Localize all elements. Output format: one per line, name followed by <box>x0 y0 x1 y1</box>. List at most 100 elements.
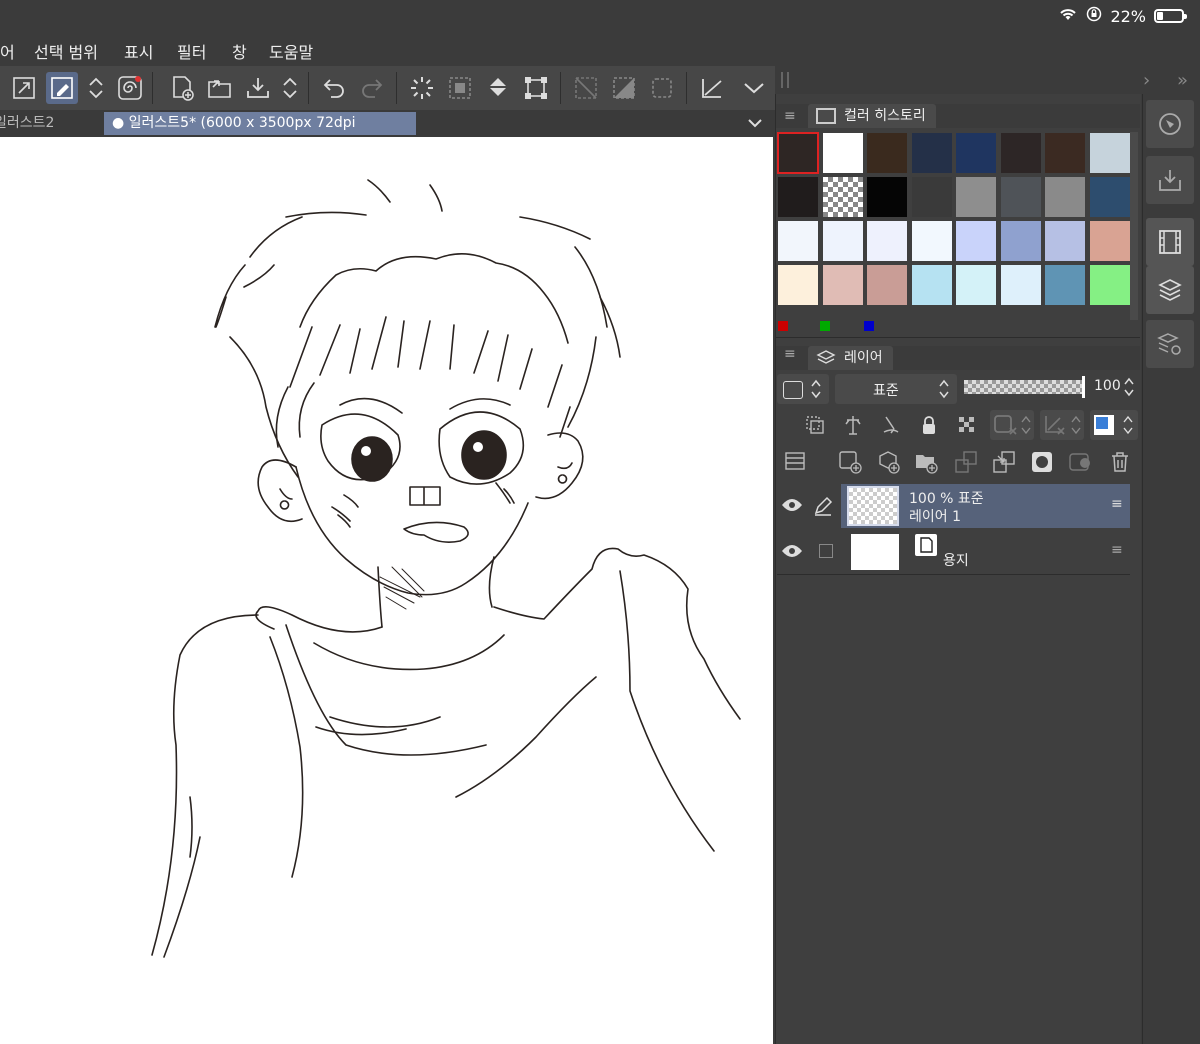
open-folder-icon[interactable] <box>204 72 236 104</box>
combine-layer-icon[interactable] <box>992 450 1016 478</box>
loading-icon[interactable] <box>406 72 438 104</box>
color-swatch[interactable] <box>1088 132 1131 174</box>
save-icon[interactable] <box>242 72 274 104</box>
import-icon[interactable] <box>1146 156 1194 204</box>
new-file-icon[interactable] <box>166 72 198 104</box>
lock-icon[interactable] <box>918 414 940 440</box>
transform-icon[interactable] <box>46 72 78 104</box>
color-swatch[interactable] <box>777 132 819 174</box>
fill-icon[interactable] <box>482 72 514 104</box>
lock-transparency-icon[interactable] <box>956 414 978 440</box>
color-swatch[interactable] <box>777 176 819 218</box>
color-swatch[interactable] <box>1088 176 1131 218</box>
opacity-value[interactable]: 100 <box>1094 378 1121 394</box>
redo-icon[interactable] <box>356 72 388 104</box>
color-swatch[interactable] <box>821 176 864 218</box>
layer-row-layer1[interactable]: 100 % 표준 레이어 1 ≡ <box>777 484 1130 528</box>
chevron-down-icon[interactable] <box>746 114 764 136</box>
new-folder-icon[interactable] <box>914 450 938 478</box>
color-swatch[interactable] <box>866 132 908 174</box>
layer-checkbox[interactable] <box>819 544 833 558</box>
color-swatch[interactable] <box>866 176 908 218</box>
mask-enable-icon[interactable] <box>990 410 1034 440</box>
pencil-icon[interactable] <box>813 496 833 520</box>
color-swatch[interactable] <box>821 220 864 262</box>
color-swatch[interactable] <box>866 220 908 262</box>
eye-icon[interactable] <box>781 496 803 518</box>
color-swatch[interactable] <box>777 220 819 262</box>
dock-grip-icon[interactable] <box>781 72 789 88</box>
tab-layer[interactable]: 레이어 <box>808 346 893 370</box>
color-swatch[interactable] <box>999 176 1042 218</box>
draft-layer-icon[interactable] <box>880 414 902 440</box>
drag-handle-icon[interactable]: ≡ <box>1111 496 1123 512</box>
stepper-icon[interactable] <box>82 72 110 104</box>
trash-icon[interactable] <box>1108 450 1132 478</box>
new-vector-layer-icon[interactable] <box>876 450 900 478</box>
color-swatch[interactable] <box>866 264 908 306</box>
opacity-slider-handle[interactable] <box>1082 376 1085 398</box>
layer-mask-icon[interactable] <box>1030 450 1054 478</box>
color-swatch[interactable] <box>955 264 997 306</box>
color-swatch[interactable] <box>821 132 864 174</box>
color-swatch[interactable] <box>1044 220 1086 262</box>
opacity-slider[interactable] <box>964 380 1084 394</box>
color-swatch[interactable] <box>777 264 819 306</box>
tab-illust2[interactable]: 일러스트2 <box>0 112 62 135</box>
layer-color-icon[interactable] <box>1090 410 1138 440</box>
scrollbar[interactable] <box>1130 132 1138 320</box>
fill-selection-icon[interactable] <box>608 72 640 104</box>
color-swatch[interactable] <box>1044 176 1086 218</box>
menu-item-layer[interactable]: 어 <box>0 39 15 63</box>
menu-item-view[interactable]: 표시 <box>124 39 153 63</box>
color-swatch[interactable] <box>955 176 997 218</box>
resize-icon[interactable] <box>8 72 40 104</box>
layer-search-icon[interactable] <box>1146 320 1194 368</box>
drawing-canvas[interactable] <box>0 137 773 1044</box>
select-layer-icon[interactable] <box>444 72 476 104</box>
color-swatch[interactable] <box>955 220 997 262</box>
chevron-right-icon[interactable]: › <box>1143 70 1150 91</box>
deselect-icon[interactable] <box>646 72 678 104</box>
color-swatch[interactable] <box>910 264 953 306</box>
menu-item-window[interactable]: 창 <box>232 39 247 63</box>
reference-layer-icon[interactable] <box>842 414 864 440</box>
menu-item-help[interactable]: 도움말 <box>269 39 313 63</box>
film-icon[interactable] <box>1146 218 1194 266</box>
menu-item-selection[interactable]: 선택 범위 <box>34 39 98 63</box>
tab-illust5[interactable]: ● 일러스트5* (6000 x 3500px 72dpi 68.2%) <box>104 112 416 154</box>
transfer-layer-icon[interactable] <box>954 450 978 478</box>
ruler-enable-icon[interactable] <box>1040 410 1084 440</box>
color-swatch[interactable] <box>821 264 864 306</box>
chevron-down-icon[interactable] <box>738 72 770 104</box>
undo-icon[interactable] <box>318 72 350 104</box>
layers-icon[interactable] <box>1146 266 1194 314</box>
panel-menu-icon[interactable]: ≡ <box>784 346 796 362</box>
apply-mask-icon[interactable] <box>1068 450 1094 478</box>
eye-icon[interactable] <box>781 542 803 564</box>
color-swatch[interactable] <box>999 264 1042 306</box>
clip-layer-icon[interactable] <box>804 414 826 440</box>
layer-property-icon[interactable] <box>784 450 806 476</box>
double-chevron-icon[interactable]: » <box>1177 70 1188 91</box>
new-raster-layer-icon[interactable] <box>838 450 862 478</box>
menu-item-filter[interactable]: 필터 <box>177 39 206 63</box>
color-swatch[interactable] <box>910 220 953 262</box>
stepper-icon[interactable] <box>276 72 304 104</box>
clear-outside-icon[interactable] <box>570 72 602 104</box>
color-swatch[interactable] <box>1088 220 1131 262</box>
color-swatch[interactable] <box>1088 264 1131 306</box>
layer-row-paper[interactable]: 용지 ≡ <box>777 530 1130 575</box>
ruler-icon[interactable] <box>696 72 728 104</box>
color-swatch[interactable] <box>1044 264 1086 306</box>
tab-color-history[interactable]: 컬러 히스토리 <box>808 104 936 128</box>
color-swatch[interactable] <box>910 132 953 174</box>
color-swatch[interactable] <box>955 132 997 174</box>
color-swatch[interactable] <box>1044 132 1086 174</box>
color-swatch[interactable] <box>999 132 1042 174</box>
spiral-icon[interactable] <box>114 72 146 104</box>
drag-handle-icon[interactable]: ≡ <box>1111 542 1123 558</box>
blend-mode-select[interactable]: 표준 <box>835 374 957 404</box>
color-swatch[interactable] <box>999 220 1042 262</box>
layer-color-select[interactable] <box>777 374 829 404</box>
